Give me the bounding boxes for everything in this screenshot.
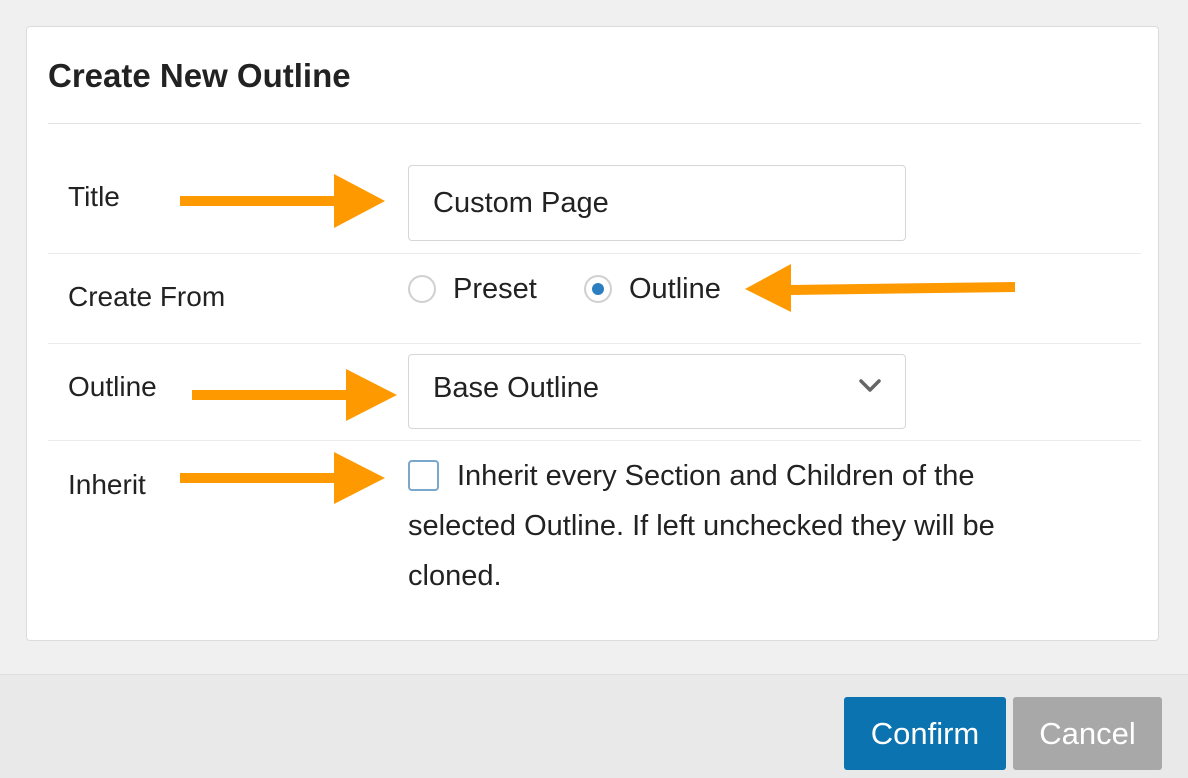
inherit-label: Inherit [68,469,146,500]
title-input[interactable] [408,165,906,241]
create-outline-dialog: Create New Outline Title Create From Pre… [26,26,1159,641]
chevron-down-icon [859,379,881,392]
dialog-footer: Confirm Cancel [0,674,1188,778]
cancel-button[interactable]: Cancel [1013,697,1162,770]
inherit-description: Inherit every Section and Children of th… [408,460,995,592]
arrow-icon [745,264,1015,312]
radio-outline-label: Outline [629,272,721,305]
create-from-label: Create From [68,281,226,312]
arrow-icon [180,452,385,504]
outline-label: Outline [68,371,157,402]
outline-select[interactable]: Base Outline [408,354,906,429]
radio-preset-circle[interactable] [408,275,436,303]
arrow-icon [180,174,385,228]
dialog-title: Create New Outline [48,57,351,94]
confirm-button[interactable]: Confirm [844,697,1006,770]
arrow-icon [192,369,397,421]
header-divider [48,123,1141,124]
title-label: Title [68,181,120,212]
radio-outline-circle[interactable] [584,275,612,303]
row-divider [48,253,1141,254]
row-divider [48,440,1141,441]
radio-outline[interactable]: Outline [584,271,721,307]
outline-select-value: Base Outline [433,372,600,404]
radio-preset-label: Preset [453,272,537,305]
radio-preset[interactable]: Preset [408,271,537,307]
row-divider [48,343,1141,344]
